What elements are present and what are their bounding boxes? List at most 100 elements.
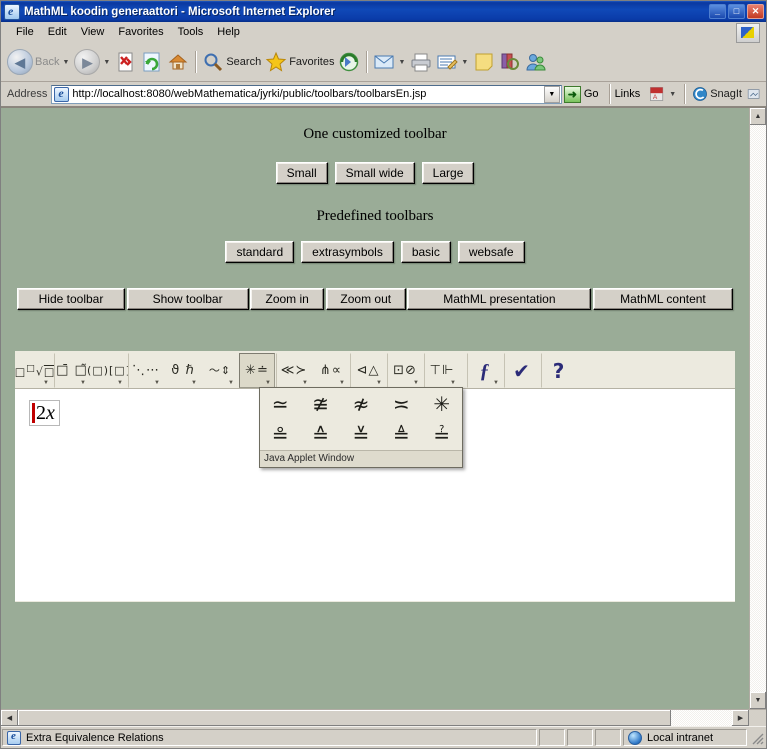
math-input-field[interactable]: 2x: [29, 400, 60, 426]
vertical-scrollbar[interactable]: ▲ ▼: [749, 108, 766, 709]
palette-button-powers-roots[interactable]: □□√□ ▼: [15, 353, 54, 388]
search-icon: [204, 53, 223, 72]
horizontal-scroll-thumb[interactable]: [18, 710, 671, 726]
back-dropdown-icon[interactable]: ▼: [62, 59, 69, 66]
edit-button[interactable]: ▼: [434, 46, 471, 78]
zoom-out-button[interactable]: Zoom out: [325, 288, 406, 310]
extrasymbols-button[interactable]: extrasymbols: [301, 241, 394, 263]
chevron-down-icon[interactable]: ▼: [265, 380, 271, 386]
horizontal-scrollbar[interactable]: ◀ ▶: [1, 709, 766, 726]
standard-button[interactable]: standard: [225, 241, 295, 263]
palette-button-misc-relations[interactable]: ⋔∝ ▼: [313, 353, 349, 388]
hide-toolbar-button[interactable]: Hide toolbar: [17, 288, 125, 310]
stop-button[interactable]: [113, 46, 139, 78]
chevron-down-icon[interactable]: ▼: [302, 380, 308, 386]
mathml-presentation-button[interactable]: MathML presentation: [407, 288, 592, 310]
refresh-button[interactable]: [139, 46, 165, 78]
symbol-cell[interactable]: ≉: [341, 388, 381, 419]
palette-button-arrows[interactable]: 〜⇕ ▼: [202, 353, 238, 388]
search-button[interactable]: Search: [200, 46, 263, 78]
palette-button-brackets[interactable]: (□)[□] ▼: [87, 353, 130, 388]
chevron-down-icon[interactable]: ▼: [450, 380, 456, 386]
messenger-button[interactable]: [523, 46, 549, 78]
favorites-button[interactable]: Favorites: [263, 46, 336, 78]
chevron-down-icon[interactable]: ▼: [117, 380, 123, 386]
address-dropdown-button[interactable]: ▼: [543, 85, 560, 103]
palette-button-help[interactable]: ?: [541, 353, 577, 388]
research-button[interactable]: [497, 46, 523, 78]
small-button[interactable]: Small: [275, 162, 328, 184]
symbol-cell[interactable]: ≜: [381, 419, 421, 450]
snagit-capture-button[interactable]: [744, 78, 764, 110]
palette-button-triangle-relations[interactable]: ⊲△ ▼: [350, 353, 386, 388]
maximize-button[interactable]: □: [728, 4, 745, 19]
palette-button-check[interactable]: ✔: [504, 353, 540, 388]
small-wide-button[interactable]: Small wide: [334, 162, 415, 184]
go-button[interactable]: ➜ Go: [562, 85, 604, 103]
palette-button-accents[interactable]: □̄ □̃ ▼: [54, 353, 90, 388]
symbol-cell[interactable]: ≟: [422, 419, 462, 450]
home-button[interactable]: [165, 46, 191, 78]
chevron-down-icon[interactable]: ▼: [413, 380, 419, 386]
menu-item-tools[interactable]: Tools: [171, 24, 211, 40]
mail-dropdown-icon[interactable]: ▼: [398, 59, 405, 66]
scroll-down-button[interactable]: ▼: [750, 692, 766, 709]
palette-button-logic[interactable]: ⊤⊩ ▼: [424, 353, 460, 388]
show-toolbar-button[interactable]: Show toolbar: [126, 288, 249, 310]
scroll-right-button[interactable]: ▶: [732, 710, 749, 726]
menu-item-edit[interactable]: Edit: [41, 24, 74, 40]
palette-button-greek[interactable]: ϑ ℏ ▼: [165, 353, 201, 388]
vertical-scroll-track[interactable]: [750, 125, 766, 692]
symbol-cell[interactable]: ≃: [260, 388, 300, 419]
forward-button[interactable]: ▶ ▼: [72, 46, 113, 78]
symbol-cell[interactable]: ≇: [300, 388, 340, 419]
chevron-down-icon[interactable]: ▼: [376, 380, 382, 386]
links-label[interactable]: Links: [615, 88, 641, 100]
status-blank-cell-3: [595, 729, 621, 746]
palette-button-dots[interactable]: ⋱⋯ ▼: [128, 353, 164, 388]
chevron-down-icon[interactable]: ▼: [339, 380, 345, 386]
large-button[interactable]: Large: [421, 162, 475, 184]
zoom-in-button[interactable]: Zoom in: [250, 288, 325, 310]
resize-grip[interactable]: [749, 729, 765, 746]
media-button[interactable]: [336, 46, 362, 78]
close-button[interactable]: ✕: [747, 4, 764, 19]
palette-button-equivalence-relations[interactable]: ✳≐ ▼: [239, 353, 275, 388]
palette-button-order-relations[interactable]: ≪≻ ▼: [276, 353, 312, 388]
symbol-cell[interactable]: ≍: [381, 388, 421, 419]
pdf-dropdown-icon[interactable]: ▼: [669, 91, 676, 98]
chevron-down-icon[interactable]: ▼: [154, 380, 160, 386]
symbol-cell[interactable]: ≗: [260, 419, 300, 450]
menu-item-view[interactable]: View: [74, 24, 112, 40]
chevron-down-icon[interactable]: ▼: [228, 380, 234, 386]
palette-button-function[interactable]: ƒ ▼: [467, 353, 503, 388]
applet-canvas[interactable]: 2x ≃ ≇ ≉ ≍ ✳ ≗ ≙ ≚ ≜ ≟ Java Applet Windo…: [15, 387, 735, 601]
symbol-cell[interactable]: ✳: [422, 388, 462, 419]
symbol-cell[interactable]: ≚: [341, 419, 381, 450]
mathml-content-button[interactable]: MathML content: [592, 288, 733, 310]
chevron-down-icon[interactable]: ▼: [493, 380, 499, 386]
chevron-down-icon[interactable]: ▼: [191, 380, 197, 386]
mail-button[interactable]: ▼: [371, 46, 408, 78]
palette-button-box-circle[interactable]: ⊡⊘ ▼: [387, 353, 423, 388]
minimize-button[interactable]: _: [709, 4, 726, 19]
menu-item-file[interactable]: File: [9, 24, 41, 40]
pdf-toolbar-button[interactable]: A ▼: [646, 78, 679, 110]
forward-dropdown-icon[interactable]: ▼: [103, 59, 110, 66]
address-input[interactable]: http://localhost:8080/webMathematica/jyr…: [51, 84, 562, 104]
scroll-up-button[interactable]: ▲: [750, 108, 766, 125]
chevron-down-icon[interactable]: ▼: [43, 380, 49, 386]
discuss-button[interactable]: [471, 46, 497, 78]
chevron-down-icon[interactable]: ▼: [80, 380, 86, 386]
scroll-left-button[interactable]: ◀: [1, 710, 18, 726]
symbol-cell[interactable]: ≙: [300, 419, 340, 450]
edit-dropdown-icon[interactable]: ▼: [461, 59, 468, 66]
horizontal-scroll-track[interactable]: [671, 710, 732, 726]
basic-button[interactable]: basic: [400, 241, 451, 263]
back-button[interactable]: ◀ Back ▼: [5, 46, 72, 78]
menu-item-help[interactable]: Help: [210, 24, 247, 40]
websafe-button[interactable]: websafe: [457, 241, 525, 263]
print-button[interactable]: [408, 46, 434, 78]
snagit-button[interactable]: SnagIt: [690, 78, 744, 110]
menu-item-favorites[interactable]: Favorites: [111, 24, 170, 40]
